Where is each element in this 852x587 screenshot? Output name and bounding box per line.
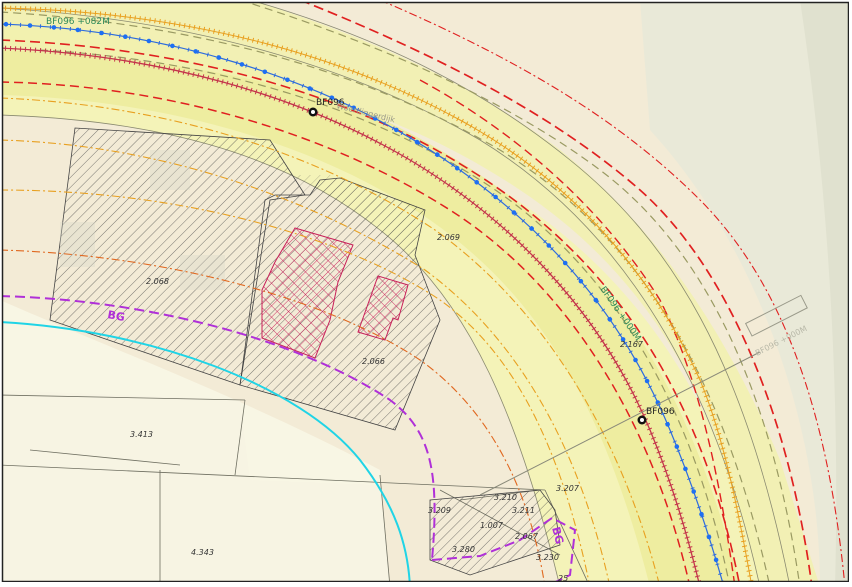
chainage-point: [578, 278, 584, 284]
parcel-label: 3.210: [494, 493, 517, 502]
parcel-label: 3.413: [130, 430, 153, 439]
chainage-point: [239, 62, 245, 67]
chainage-point: [593, 297, 599, 303]
chainage-point: [216, 55, 222, 60]
chainage-point: [193, 49, 198, 54]
chainage-point: [146, 38, 152, 44]
parcel-label: 2.068: [146, 277, 169, 286]
chainage-point: [394, 127, 399, 133]
chainage-point: [562, 260, 568, 266]
chainage-point: [529, 226, 534, 231]
chainage-point: [713, 557, 719, 563]
parcel-label: 3.211: [512, 506, 535, 515]
chainage-point: [454, 165, 460, 171]
chainage-point: [75, 27, 81, 33]
chainage-point: [633, 357, 638, 363]
chainage-point: [706, 534, 712, 540]
chainage-point: [674, 444, 680, 449]
chainage-point: [644, 378, 650, 384]
chainage-point: [546, 243, 552, 248]
chainage-label-top: BF096 +082M: [46, 17, 110, 27]
chainage-point: [3, 21, 9, 27]
chainage-point: [474, 180, 480, 185]
chainage-point: [435, 152, 440, 157]
chainage-point: [123, 34, 128, 39]
chainage-point: [307, 86, 313, 91]
marker-bf096-1: [308, 107, 318, 117]
chainage-point: [99, 30, 104, 36]
chainage-point: [170, 43, 175, 49]
parcel-label: 3.209: [428, 506, 451, 515]
parcel-label: 3.207: [556, 484, 580, 493]
parcel-label: 2.067: [515, 532, 539, 541]
chainage-point: [665, 422, 670, 427]
parcel-label: 4.343: [191, 548, 214, 557]
marker-label: BF096: [646, 407, 675, 417]
parcel-label: 1.007: [480, 521, 504, 530]
parcel-label: 3.280: [452, 545, 475, 554]
chainage-point: [699, 511, 704, 517]
parcel-label: 3.230: [536, 553, 559, 562]
parcel-label: 2.069: [437, 233, 460, 242]
map-view[interactable]: BF096 +082M BF096 +000M BF096 +000M BF09…: [0, 0, 852, 587]
chainage-point: [414, 139, 420, 145]
chainage-point: [27, 23, 33, 28]
chainage-point: [683, 466, 688, 472]
chainage-point: [262, 69, 268, 75]
chainage-point: [511, 210, 517, 215]
parcel-label: 2.066: [362, 357, 385, 366]
chainage-point: [607, 317, 613, 322]
chainage-point: [493, 194, 498, 200]
chainage-point: [285, 77, 290, 83]
chainage-point: [691, 489, 696, 494]
parcel-label: 2.167: [620, 340, 644, 349]
